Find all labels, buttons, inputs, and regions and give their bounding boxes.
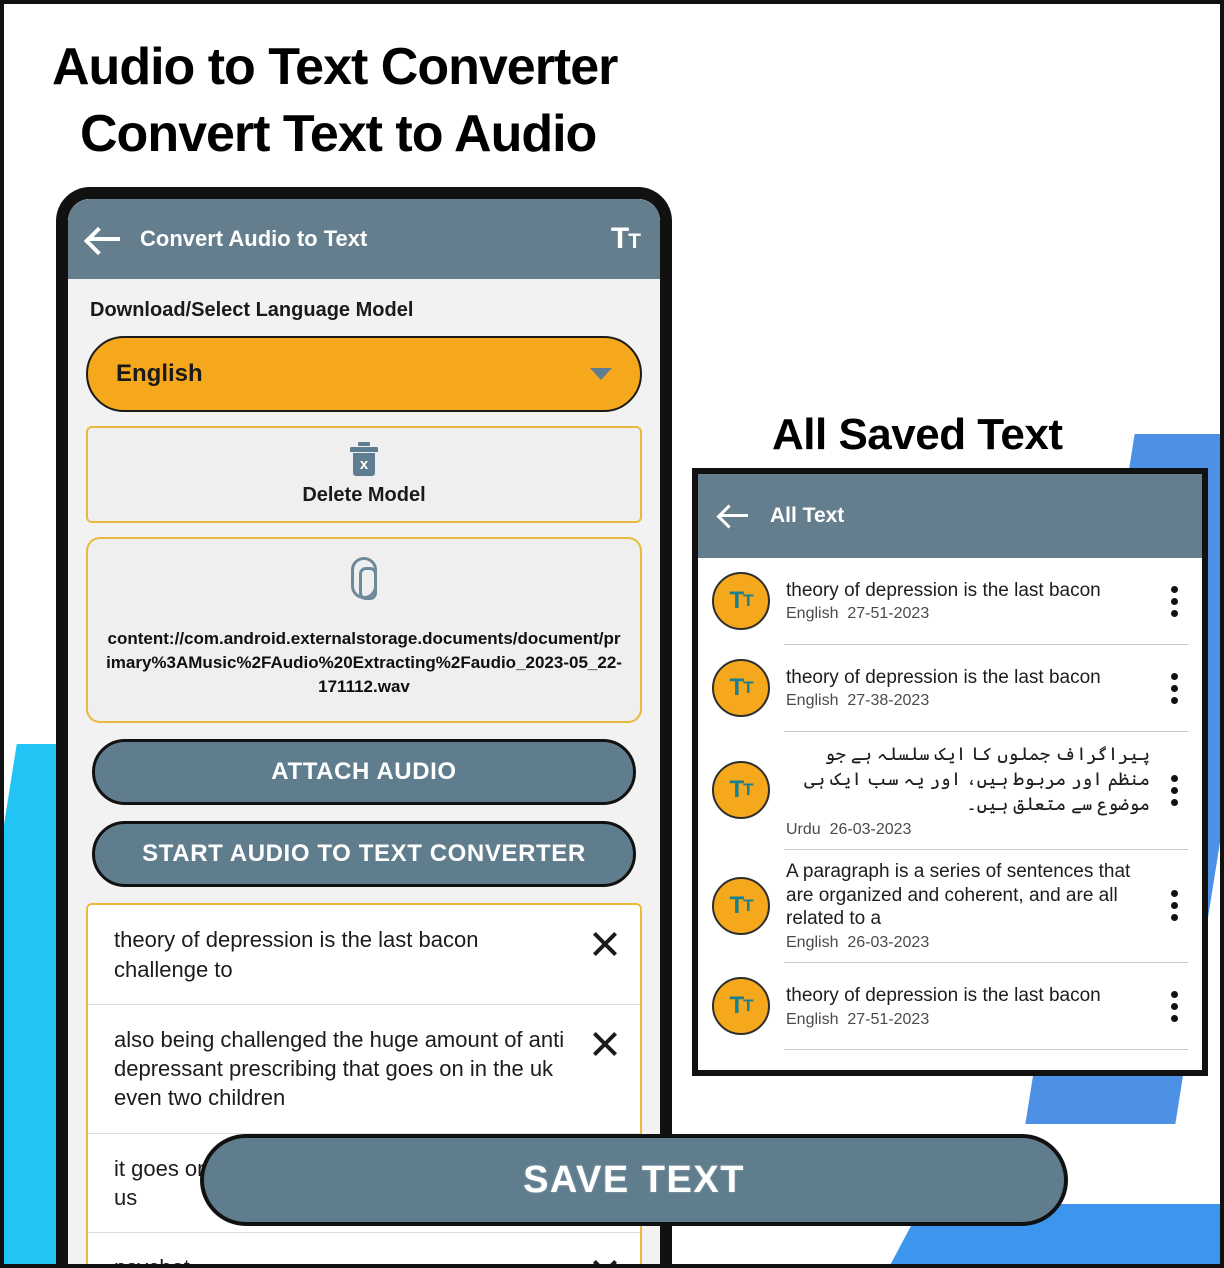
list-item-meta: English 27-38-2023 [786, 692, 1150, 710]
trash-delete-icon: x [349, 442, 379, 476]
kebab-menu-icon[interactable] [1160, 890, 1188, 922]
list-item-body: theory of depression is the last bacon E… [786, 666, 1160, 711]
transcript-text: theory of depression is the last bacon c… [114, 927, 479, 982]
transcript-text: also being challenged the huge amount of… [114, 1026, 565, 1111]
format-text-icon-major: T [610, 222, 629, 255]
transcript-row[interactable]: also being challenged the huge amount of… [88, 1004, 640, 1134]
text-entry-avatar: TT [712, 659, 770, 717]
list-item-date: 27-51-2023 [847, 605, 930, 623]
list-item-meta: Urdu 26-03-2023 [786, 821, 1150, 839]
start-converter-button[interactable]: START AUDIO TO TEXT CONVERTER [92, 821, 636, 888]
list-divider [784, 1049, 1188, 1051]
headline-line-2: Convert Text to Audio [80, 104, 597, 163]
avatar-minor: T [743, 996, 753, 1016]
all-text-title: All Text [770, 504, 845, 527]
list-item-language: English [786, 1010, 839, 1028]
list-item-meta: English 26-03-2023 [786, 934, 1150, 952]
list-item-language: English [786, 692, 839, 710]
list-item-text: theory of depression is the last bacon [786, 666, 1101, 688]
list-item-body: theory of depression is the last bacon E… [786, 579, 1160, 624]
avatar-major: T [729, 587, 744, 614]
list-item[interactable]: TT A paragraph is a series of sentences … [698, 850, 1202, 963]
text-entry-avatar: TT [712, 572, 770, 630]
phone-screen: Convert Audio to Text TT Download/Select… [68, 199, 660, 1268]
avatar-major: T [729, 674, 744, 701]
list-item-date: 26-03-2023 [847, 934, 930, 952]
promo-graphic-root: Audio to Text Converter Convert Text to … [0, 0, 1224, 1268]
list-item-meta: English 27-51-2023 [786, 1011, 1150, 1029]
avatar-minor: T [743, 895, 753, 915]
list-item-text: پیراگراف جملوں کا ایک سلسلہ ہے جو منظم ا… [804, 744, 1150, 815]
list-item-language: English [786, 605, 839, 623]
list-item-meta: English 27-51-2023 [786, 605, 1150, 623]
text-entry-avatar: TT [712, 761, 770, 820]
list-item-language: English [786, 934, 839, 952]
phone-mockup: Convert Audio to Text TT Download/Select… [56, 187, 672, 1268]
list-item[interactable]: TT theory of depression is the last baco… [698, 558, 1202, 644]
list-item-body: A paragraph is a series of sentences tha… [786, 860, 1160, 953]
list-item-date: 26-03-2023 [829, 820, 912, 838]
transcript-row[interactable]: psychot [88, 1233, 640, 1268]
trash-glyph: x [353, 453, 375, 476]
paperclip-icon [351, 557, 377, 600]
language-model-label: Download/Select Language Model [90, 299, 414, 321]
page-title: Audio to Text Converter Convert Text to … [52, 34, 618, 167]
save-text-button[interactable]: SAVE TEXT [200, 1134, 1068, 1226]
list-item-text: theory of depression is the last bacon [786, 579, 1101, 601]
close-x-icon[interactable] [588, 927, 622, 961]
language-select-value: English [116, 360, 203, 387]
saved-text-heading: All Saved Text [772, 410, 1063, 459]
format-text-icon-minor: T [628, 230, 641, 253]
attachment-card[interactable]: content://com.android.externalstorage.do… [86, 537, 642, 724]
format-text-icon[interactable]: TT [610, 222, 641, 255]
delete-model-button[interactable]: x Delete Model [86, 426, 642, 523]
list-item-date: 27-38-2023 [847, 692, 930, 710]
avatar-major: T [729, 992, 744, 1020]
app-bar: Convert Audio to Text TT [68, 199, 660, 279]
list-item-text: A paragraph is a series of sentences tha… [786, 860, 1131, 930]
delete-model-label: Delete Model [302, 484, 426, 506]
back-arrow-icon[interactable] [720, 504, 750, 528]
avatar-major: T [729, 776, 744, 804]
close-x-icon[interactable] [588, 1255, 622, 1264]
kebab-menu-icon[interactable] [1160, 672, 1188, 704]
list-item-date: 27-51-2023 [847, 1010, 930, 1028]
list-item-language: Urdu [786, 820, 821, 838]
saved-text-list: TT theory of depression is the last baco… [698, 558, 1202, 1051]
transcript-row[interactable]: theory of depression is the last bacon c… [88, 905, 640, 1005]
avatar-minor: T [743, 591, 753, 610]
all-text-app-bar: All Text [698, 474, 1202, 558]
language-select[interactable]: English [86, 336, 642, 412]
avatar-minor: T [743, 678, 753, 697]
screen-body: Download/Select Language Model English x… [68, 279, 660, 1268]
kebab-menu-icon[interactable] [1160, 585, 1188, 617]
kebab-menu-icon[interactable] [1160, 774, 1188, 806]
list-item[interactable]: TT theory of depression is the last baco… [698, 645, 1202, 731]
transcript-text: psychot [114, 1255, 190, 1268]
avatar-major: T [729, 891, 744, 919]
back-arrow-icon[interactable] [88, 226, 122, 252]
text-entry-avatar: TT [712, 876, 770, 935]
avatar-minor: T [743, 780, 753, 800]
list-item[interactable]: TT theory of depression is the last baco… [698, 963, 1202, 1049]
list-item[interactable]: TT پیراگراف جملوں کا ایک سلسلہ ہے جو منظ… [698, 732, 1202, 849]
list-item-text: theory of depression is the last bacon [786, 984, 1101, 1006]
list-item-body: پیراگراف جملوں کا ایک سلسلہ ہے جو منظم ا… [786, 742, 1160, 839]
chevron-down-icon [590, 368, 612, 380]
all-text-panel: All Text TT theory of depression is the … [692, 468, 1208, 1076]
list-item-body: theory of depression is the last bacon E… [786, 984, 1160, 1029]
app-bar-title: Convert Audio to Text [140, 226, 368, 251]
text-entry-avatar: TT [712, 977, 770, 1036]
kebab-menu-icon[interactable] [1160, 990, 1188, 1022]
headline-line-1: Audio to Text Converter [52, 38, 618, 96]
close-x-icon[interactable] [588, 1027, 622, 1061]
attach-audio-button[interactable]: ATTACH AUDIO [92, 739, 636, 806]
attachment-uri: content://com.android.externalstorage.do… [106, 629, 622, 697]
